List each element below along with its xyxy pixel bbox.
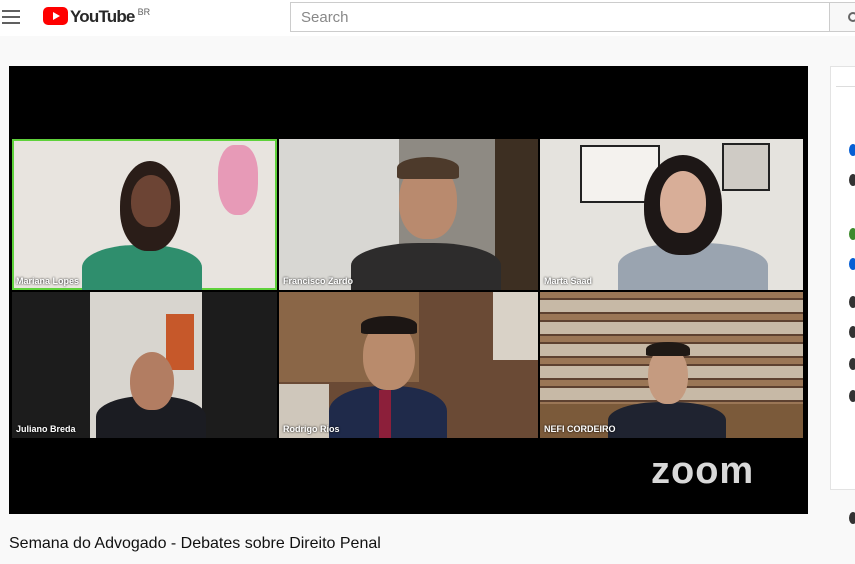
search-input[interactable] [291,3,829,31]
search-button[interactable] [830,2,855,32]
search-icon [848,12,855,22]
menu-icon[interactable] [2,10,20,24]
participant-tile: Juliano Breda [12,292,277,438]
youtube-logo[interactable]: YouTube BR [43,7,150,26]
logo-text: YouTube [70,7,135,26]
side-marker [849,296,855,308]
participant-name: Mariana Lopes [16,276,80,286]
side-marker [849,390,855,402]
side-marker [849,512,855,524]
zoom-watermark: zoom [651,450,755,492]
participant-name: Juliano Breda [16,424,76,434]
video-title: Semana do Advogado - Debates sobre Direi… [9,535,381,552]
participant-tile: Marta Saad [540,139,803,290]
video-player[interactable]: Mariana Lopes Francisco Zardo Marta Saad… [9,66,808,514]
side-marker [849,326,855,338]
search-box [290,2,830,32]
participant-name: Marta Saad [544,276,593,286]
participant-name: Francisco Zardo [283,276,354,286]
country-code: BR [137,7,151,17]
play-icon [43,7,68,25]
side-marker [849,144,855,156]
participant-tile: Mariana Lopes [12,139,277,290]
participant-name: NEFI CORDEIRO [544,424,616,434]
participant-tile: NEFI CORDEIRO [540,292,803,438]
side-marker [849,258,855,270]
divider [836,86,855,87]
side-panel [830,66,855,490]
side-marker [849,174,855,186]
guitar-decoration [218,145,258,215]
participant-name: Rodrigo Rios [283,424,340,434]
participant-tile: Rodrigo Rios [279,292,538,438]
side-marker [849,228,855,240]
participant-tile: Francisco Zardo [279,139,538,290]
side-marker [849,358,855,370]
top-bar: YouTube BR [0,0,855,36]
